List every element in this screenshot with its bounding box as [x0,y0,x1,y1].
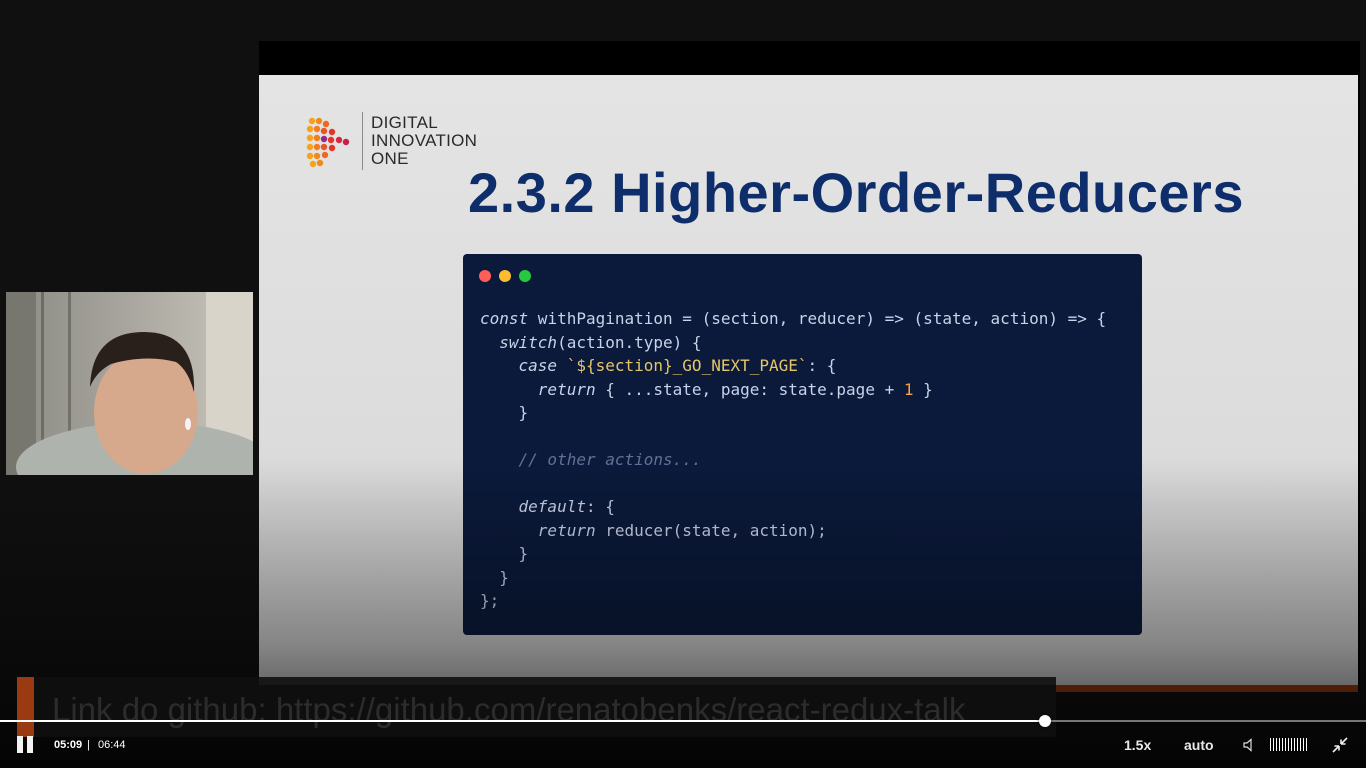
volume-level-bar [1306,738,1307,751]
volume-level-bar [1285,738,1286,751]
quality-button[interactable]: auto [1184,737,1214,753]
progress-thumb[interactable] [1038,715,1051,727]
volume-level-bar [1270,738,1271,751]
time-separator: | [87,739,90,751]
presenter-image [6,292,253,475]
video-player[interactable]: DIGITAL INNOVATION ONE 2.3.2 Higher-Orde… [0,0,1366,768]
logo-line: DIGITAL [371,113,438,132]
volume-level-bar [1303,738,1304,751]
digital-innovation-one-logo: DIGITAL INNOVATION ONE [306,112,477,170]
volume-level-bar [1282,738,1283,751]
volume-level-bar [1273,738,1274,751]
current-time: 05:09 [54,739,83,751]
code-window: const withPagination = (section, reducer… [463,254,1142,635]
logo-line: INNOVATION [371,131,478,150]
pause-button[interactable] [17,736,35,754]
volume-icon[interactable] [1242,737,1258,753]
volume-level-bar [1300,738,1301,751]
duration: 06:44 [98,739,126,751]
slide-title: 2.3.2 Higher-Order-Reducers [468,161,1244,224]
caption-accent-bar [17,677,34,737]
caption-box: Link do github: https://github.com/renat… [17,677,1056,737]
logo-wordmark: DIGITAL INNOVATION ONE [371,114,477,168]
exit-fullscreen-icon[interactable] [1331,736,1349,754]
progress-bar[interactable] [0,715,1366,727]
close-dot-icon [479,270,491,282]
volume-level-bar [1276,738,1277,751]
volume-slider[interactable] [1270,738,1307,751]
player-controls: 05:09 | 06:44 1.5x auto [0,730,1366,760]
pause-icon [17,736,23,753]
logo-dots-icon [306,117,350,168]
pause-icon [27,736,33,753]
maximize-dot-icon [519,270,531,282]
volume-level-bar [1291,738,1292,751]
progress-played [0,720,1045,722]
volume-level-bar [1288,738,1289,751]
caption-link-text[interactable]: Link do github: https://github.com/renat… [52,691,966,729]
presenter-webcam [6,292,253,475]
logo-divider [362,112,363,170]
window-controls [479,270,531,282]
volume-level-bar [1279,738,1280,751]
playback-rate-button[interactable]: 1.5x [1124,737,1151,753]
slide-accent-bar [1056,685,1358,692]
code-block: const withPagination = (section, reducer… [480,309,1107,610]
logo-line: ONE [371,149,409,168]
volume-level-bar [1297,738,1298,751]
minimize-dot-icon [499,270,511,282]
volume-level-bar [1294,738,1295,751]
